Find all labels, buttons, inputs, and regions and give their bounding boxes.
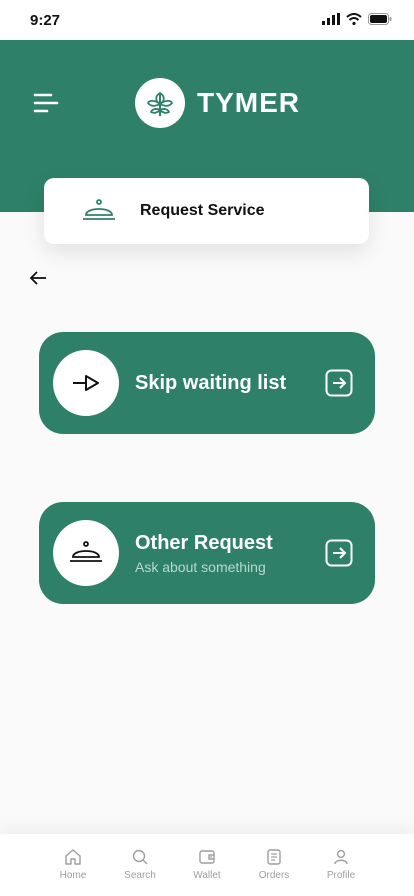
skip-icon-circle bbox=[53, 350, 119, 416]
signal-icon bbox=[322, 13, 340, 25]
brand-name: TYMER bbox=[197, 87, 300, 118]
status-icons bbox=[322, 13, 392, 25]
tab-profile-label: Profile bbox=[326, 870, 356, 881]
brand-logo: TYMER bbox=[135, 78, 300, 128]
status-time: 9:27 bbox=[30, 12, 61, 29]
other-request-subtitle: Ask about something bbox=[135, 558, 266, 575]
tab-orders[interactable]: Orders bbox=[244, 848, 304, 881]
menu-icon[interactable] bbox=[33, 90, 59, 116]
skip-waiting-list-title: Skip waiting list bbox=[135, 371, 287, 394]
tab-search-label: Search bbox=[124, 870, 156, 881]
bottom-tab-bar: Home Search Wallet Orders Profile bbox=[0, 834, 414, 896]
profile-icon bbox=[334, 849, 348, 865]
tab-orders-label: Orders bbox=[258, 870, 290, 881]
arrow-right-box-icon bbox=[325, 539, 353, 567]
tab-wallet-label: Wallet bbox=[193, 870, 221, 881]
search-icon bbox=[132, 849, 148, 865]
back-arrow-icon[interactable] bbox=[28, 269, 48, 287]
orders-icon bbox=[267, 849, 281, 865]
tab-home[interactable]: Home bbox=[43, 848, 103, 881]
cloche-icon bbox=[70, 541, 102, 562]
cloche-icon bbox=[83, 199, 115, 220]
tab-profile[interactable]: Profile bbox=[311, 848, 371, 881]
leaf-logo-icon bbox=[135, 78, 185, 128]
arrow-right-box-icon bbox=[325, 369, 353, 397]
wifi-icon bbox=[346, 13, 362, 25]
tab-search[interactable]: Search bbox=[110, 848, 170, 881]
battery-icon bbox=[368, 13, 392, 25]
skip-waiting-list-button[interactable]: Skip waiting list bbox=[39, 332, 375, 434]
request-service-label: Request Service bbox=[140, 202, 265, 219]
status-bar: 9:27 bbox=[0, 0, 414, 40]
other-request-title: Other Request bbox=[135, 531, 273, 554]
wallet-icon bbox=[199, 850, 215, 864]
home-icon bbox=[65, 849, 81, 865]
tab-wallet[interactable]: Wallet bbox=[177, 848, 237, 881]
request-service-card[interactable]: Request Service bbox=[44, 178, 369, 244]
tab-home-label: Home bbox=[59, 870, 87, 881]
other-request-icon-circle bbox=[53, 520, 119, 586]
other-request-button[interactable]: Other Request Ask about something bbox=[39, 502, 375, 604]
skip-arrow-icon bbox=[73, 375, 99, 391]
